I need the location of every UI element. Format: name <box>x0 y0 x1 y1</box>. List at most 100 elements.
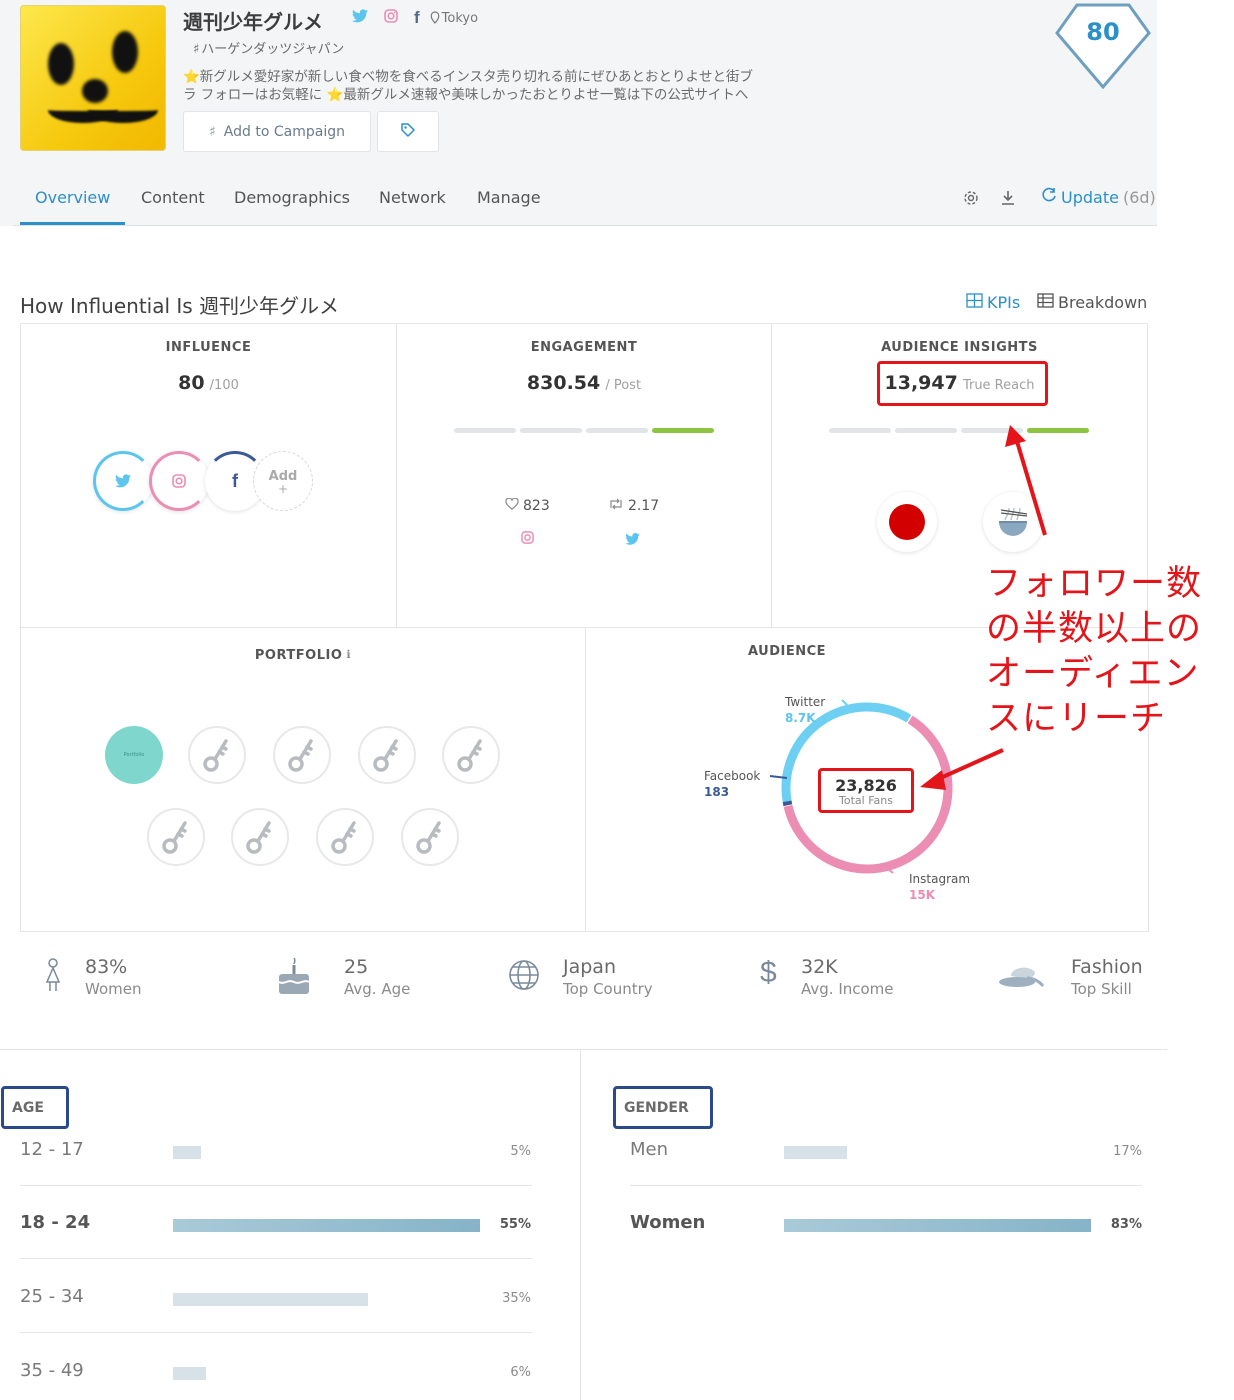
section-divider <box>0 1049 1167 1050</box>
campaign-icon: ♯ <box>209 123 216 140</box>
influence-value: 80 <box>178 372 205 394</box>
breakdown-row-label: 18 - 24 <box>20 1212 91 1233</box>
add-to-campaign-label: Add to Campaign <box>223 123 345 140</box>
row-divider <box>20 1258 532 1259</box>
level-segment <box>520 428 582 433</box>
breakdown-bar <box>784 1219 1091 1232</box>
breakdown-percentage: 83% <box>1110 1217 1142 1232</box>
portfolio-title: PORTFOLIO <box>254 648 343 663</box>
twitter-icon[interactable] <box>352 9 368 27</box>
facebook-icon: f <box>232 470 238 491</box>
gear-icon[interactable] <box>962 189 980 211</box>
locked-portfolio-slot[interactable] <box>316 808 374 866</box>
top-skill-value: Fashion <box>1071 956 1143 978</box>
avatar <box>20 5 166 151</box>
twitter-icon <box>625 530 640 549</box>
twitter-audience-value: 8.7K <box>785 711 816 725</box>
avg-age-value: 25 <box>344 956 369 978</box>
twitter-score-circle[interactable] <box>93 451 153 511</box>
locked-portfolio-slot[interactable] <box>147 808 205 866</box>
download-icon[interactable] <box>999 189 1017 211</box>
tag-icon <box>400 122 416 142</box>
info-icon[interactable]: ℹ <box>346 648 351 663</box>
tab-network[interactable]: Network <box>379 188 446 207</box>
level-segment <box>652 428 714 433</box>
instagram-audience-label: Instagram <box>909 872 971 886</box>
key-icon <box>457 739 482 772</box>
facebook-icon[interactable]: f <box>414 8 420 28</box>
avg-age-label: Avg. Age <box>344 980 411 998</box>
engagement-card: ENGAGEMENT 830.54 / Post 823 2.17 <box>396 323 772 628</box>
tag-button[interactable] <box>377 111 439 152</box>
add-to-campaign-button[interactable]: ♯ Add to Campaign <box>183 111 371 152</box>
instagram-audience-value: 15K <box>909 888 935 902</box>
gender-section-title: GENDER <box>613 1086 713 1129</box>
tab-overview[interactable]: Overview <box>35 188 110 207</box>
breakdown-percentage: 35% <box>502 1291 531 1306</box>
instagram-icon <box>172 474 186 488</box>
facebook-audience-label: Facebook <box>704 769 761 783</box>
age-section-title: AGE <box>1 1086 69 1129</box>
japan-flag-icon <box>877 492 937 552</box>
portfolio-item-label: Portfolio <box>123 752 145 758</box>
score-diamond-badge <box>1055 3 1151 89</box>
twitter-audience-label: Twitter <box>785 695 826 709</box>
active-tab-indicator <box>20 222 125 225</box>
locked-portfolio-slot[interactable] <box>273 726 331 784</box>
bio-line: ⭐新グルメ愛好家が新しい食べ物を食べるインスタ売り切れる前にぜひあとおとりよせと… <box>183 69 754 85</box>
influence-title: INFLUENCE <box>165 340 252 355</box>
facebook-audience-value: 183 <box>704 785 730 799</box>
row-divider <box>20 1332 532 1333</box>
annotation-line: フォロワー数 <box>986 564 1203 604</box>
tab-demographics[interactable]: Demographics <box>234 188 350 207</box>
locked-portfolio-slot[interactable] <box>358 726 416 784</box>
engagement-title: ENGAGEMENT <box>530 340 638 355</box>
audience-insights-level-bar <box>829 428 1091 434</box>
annotation-line: の半数以上の <box>986 609 1203 649</box>
locked-portfolio-slot[interactable] <box>401 808 459 866</box>
locked-portfolio-slot[interactable] <box>442 726 500 784</box>
portfolio-item[interactable]: Portfolio <box>105 726 163 784</box>
instagram-score-circle[interactable] <box>149 451 209 511</box>
row-divider <box>20 1185 532 1186</box>
ramen-bowl-icon <box>983 492 1043 552</box>
update-label: Update <box>1061 187 1119 207</box>
key-icon <box>416 821 441 854</box>
breakdown-toggle[interactable]: Breakdown <box>1037 293 1147 312</box>
level-segment <box>961 428 1023 433</box>
breakdown-percentage: 6% <box>510 1365 531 1380</box>
key-icon <box>288 739 313 772</box>
breakdown-bar <box>173 1293 369 1306</box>
top-skill-label: Top Skill <box>1071 980 1132 998</box>
top-country-value: Japan <box>563 956 616 978</box>
annotation-line: オーディエン <box>986 654 1200 694</box>
breakdown-bar <box>173 1146 201 1159</box>
update-button[interactable]: Update (6d) <box>1041 187 1156 207</box>
tab-manage[interactable]: Manage <box>477 188 541 207</box>
instagram-icon[interactable] <box>384 9 398 27</box>
profile-name: 週刊少年グルメ <box>183 10 323 34</box>
key-icon <box>162 821 187 854</box>
kpis-toggle[interactable]: KPIs <box>966 293 1020 312</box>
breakdown-bar <box>173 1367 207 1380</box>
breakdown-row-label: 12 - 17 <box>20 1139 84 1160</box>
breakdown-row-label: Women <box>630 1212 706 1233</box>
key-icon <box>331 821 356 854</box>
women-pct-label: Women <box>85 980 142 998</box>
breakdown-label: Breakdown <box>1058 293 1148 312</box>
locked-portfolio-slot[interactable] <box>188 726 246 784</box>
add-network-button[interactable]: Add + <box>253 451 313 511</box>
breakdown-percentage: 55% <box>499 1217 531 1232</box>
breakdown-bar <box>784 1146 847 1159</box>
facebook-segment <box>782 800 793 807</box>
breakdown-row-label: 35 - 49 <box>20 1360 84 1381</box>
dollar-icon: $ <box>760 956 777 989</box>
grid-icon <box>966 293 983 312</box>
tab-content[interactable]: Content <box>141 188 205 207</box>
top-country-label: Top Country <box>563 980 653 998</box>
locked-portfolio-slot[interactable] <box>231 808 289 866</box>
influence-card: INFLUENCE 80 /100 f Add + <box>20 323 397 628</box>
woman-icon <box>44 958 62 996</box>
hashtag-icon: ♯ <box>193 42 200 57</box>
birthday-cake-icon <box>276 956 312 1000</box>
